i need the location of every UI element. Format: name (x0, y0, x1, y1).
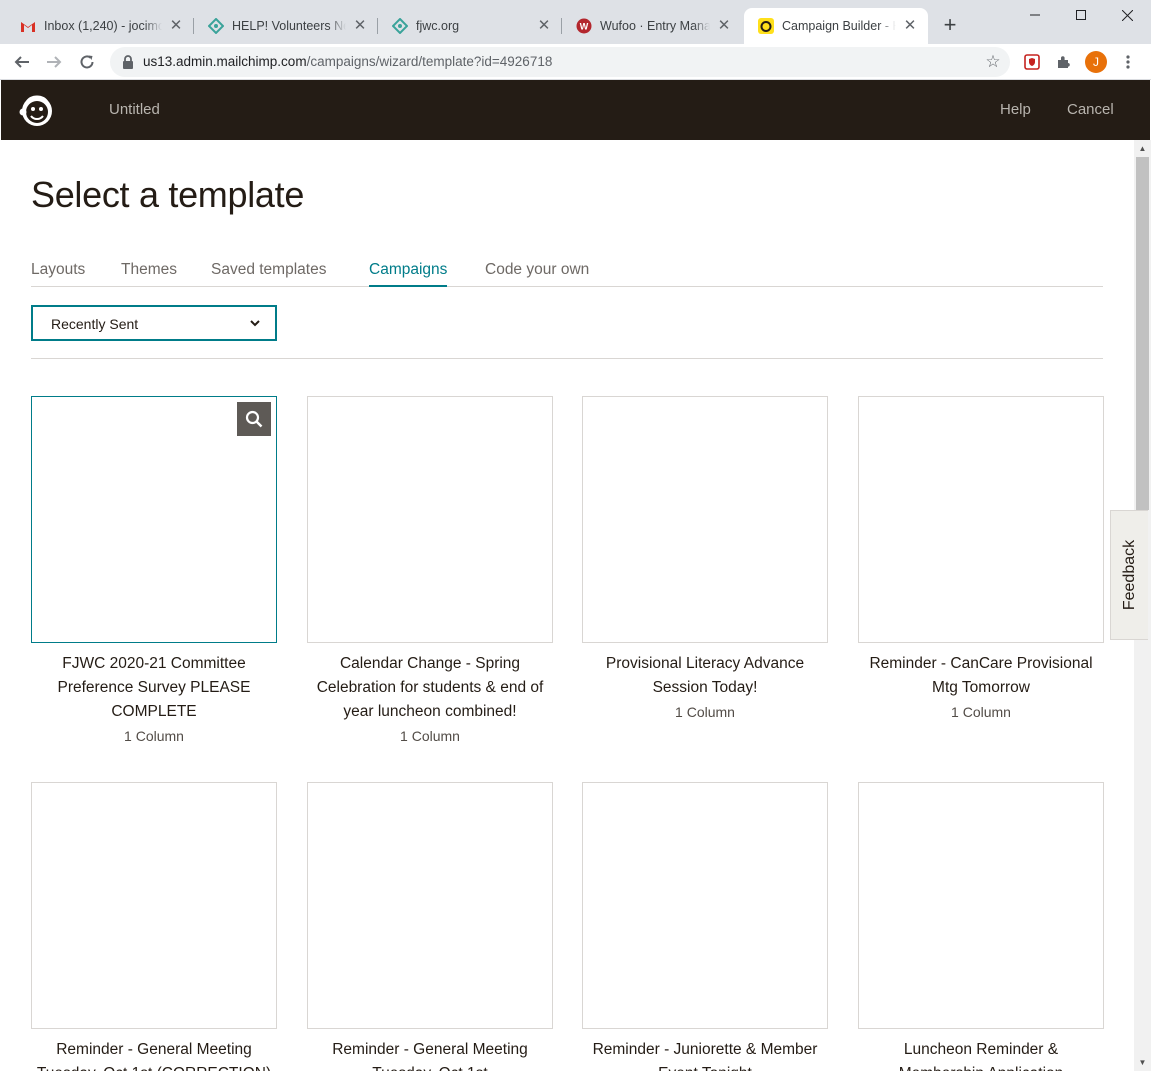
close-window-button[interactable] (1104, 0, 1150, 30)
tab-saved-templates[interactable]: Saved templates (211, 261, 326, 287)
minimize-icon (1030, 14, 1040, 16)
divider (31, 358, 1103, 359)
campaign-name: Reminder - General Meeting Tuesday, Oct … (37, 1041, 271, 1071)
wufoo-icon: W (576, 18, 592, 34)
avatar: J (1085, 51, 1107, 73)
campaign-card[interactable]: Reminder - General Meeting Tuesday, Oct … (307, 782, 553, 1071)
reload-button[interactable] (73, 48, 101, 76)
cancel-link[interactable]: Cancel (1067, 101, 1114, 118)
feedback-button[interactable]: Feedback (1110, 510, 1148, 640)
campaign-thumbnail[interactable] (307, 782, 553, 1029)
template-tabs: Layouts Themes Saved templates Campaigns… (31, 256, 1103, 287)
profile-avatar-button[interactable]: J (1084, 50, 1108, 74)
tab-close-icon[interactable]: ✕ (168, 18, 184, 34)
campaign-card[interactable]: FJWC 2020-21 Committee Preference Survey… (31, 396, 277, 748)
tab-close-icon[interactable]: ✕ (716, 18, 732, 34)
gmail-icon (20, 18, 36, 34)
campaign-layout: 1 Column (124, 728, 184, 744)
tab-close-icon[interactable]: ✕ (536, 18, 552, 34)
scroll-up-arrow-icon[interactable]: ▲ (1134, 140, 1151, 157)
tab-close-icon[interactable]: ✕ (902, 18, 918, 34)
browser-tab-wufoo[interactable]: W Wufoo · Entry Manager ✕ (562, 8, 742, 44)
kebab-menu-icon (1126, 55, 1130, 69)
campaign-card[interactable]: Provisional Literacy Advance Session Tod… (582, 396, 828, 724)
app-header: Untitled Help Cancel (1, 80, 1150, 140)
campaign-name: Calendar Change - Spring Celebration for… (316, 655, 544, 720)
campaign-card[interactable]: Reminder - CanCare Provisional Mtg Tomor… (858, 396, 1104, 724)
forward-arrow-icon (47, 56, 62, 68)
mailchimp-icon (758, 18, 774, 34)
campaign-thumbnail[interactable] (858, 782, 1104, 1029)
sort-dropdown-value: Recently Sent (51, 316, 139, 332)
tab-code-your-own[interactable]: Code your own (485, 261, 589, 287)
scrollbar-thumb[interactable] (1136, 157, 1149, 510)
sort-dropdown[interactable]: Recently Sent (31, 305, 277, 341)
help-link[interactable]: Help (1000, 101, 1031, 118)
tab-layouts[interactable]: Layouts (31, 261, 85, 287)
browser-tab-volunteers[interactable]: HELP! Volunteers Needed ✕ (194, 8, 378, 44)
lock-icon (123, 55, 133, 69)
mailchimp-logo-icon[interactable] (17, 90, 57, 130)
extensions-puzzle-icon[interactable] (1052, 50, 1076, 74)
site-diamond-icon (392, 18, 408, 34)
campaign-name: Luncheon Reminder & Membership Applicati… (899, 1041, 1064, 1071)
forward-button[interactable] (40, 48, 68, 76)
campaign-title[interactable]: Untitled (109, 101, 160, 118)
tab-campaigns[interactable]: Campaigns (369, 261, 448, 287)
page-title: Select a template (31, 174, 305, 215)
maximize-icon (1076, 10, 1086, 20)
campaign-card[interactable]: Luncheon Reminder & Membership Applicati… (858, 782, 1104, 1071)
campaign-layout: 1 Column (400, 728, 460, 744)
maximize-button[interactable] (1058, 0, 1104, 30)
feedback-label: Feedback (1120, 539, 1138, 611)
campaign-thumbnail[interactable] (858, 396, 1104, 643)
browser-tab-gmail[interactable]: Inbox (1,240) - jocimoore ✕ (6, 8, 194, 44)
svg-text:W: W (580, 22, 589, 32)
close-icon (1121, 9, 1133, 21)
campaign-card[interactable]: Calendar Change - Spring Celebration for… (307, 396, 553, 748)
scroll-down-arrow-icon[interactable]: ▼ (1134, 1054, 1151, 1071)
back-button[interactable] (8, 48, 36, 76)
bookmark-star-icon[interactable]: ☆ (982, 51, 1004, 73)
campaign-name: Reminder - CanCare Provisional Mtg Tomor… (869, 655, 1093, 696)
campaign-card[interactable]: Reminder - Juniorette & Member Event Ton… (582, 782, 828, 1071)
browser-tabstrip: Inbox (1,240) - jocimoore ✕ HELP! Volunt… (0, 0, 1151, 44)
address-bar[interactable]: us13.admin.mailchimp.com/campaigns/wizar… (110, 47, 1010, 77)
campaign-card[interactable]: Reminder - General Meeting Tuesday, Oct … (31, 782, 277, 1071)
campaign-name: Provisional Literacy Advance Session Tod… (605, 655, 805, 696)
reload-icon (80, 55, 94, 69)
tab-close-icon[interactable]: ✕ (352, 18, 368, 34)
new-tab-button[interactable]: + (938, 14, 962, 38)
browser-toolbar: us13.admin.mailchimp.com/campaigns/wizar… (0, 44, 1151, 80)
campaign-thumbnail[interactable] (582, 396, 828, 643)
campaign-name: Reminder - Juniorette & Member Event Ton… (592, 1041, 818, 1071)
site-diamond-icon (208, 18, 224, 34)
back-arrow-icon (14, 56, 29, 68)
minimize-button[interactable] (1012, 0, 1058, 30)
campaign-thumbnail[interactable] (31, 782, 277, 1029)
campaign-thumbnail[interactable] (307, 396, 553, 643)
browser-tab-campaign-builder[interactable]: Campaign Builder - HTML ✕ (744, 8, 928, 44)
campaign-layout: 1 Column (675, 704, 735, 720)
url-text: us13.admin.mailchimp.com/campaigns/wizar… (143, 54, 553, 69)
tab-themes[interactable]: Themes (121, 261, 177, 287)
browser-tab-fjwc[interactable]: fjwc.org ✕ (378, 8, 562, 44)
browser-menu-button[interactable] (1116, 50, 1140, 74)
search-icon (245, 410, 263, 428)
campaign-thumbnail[interactable] (582, 782, 828, 1029)
campaign-name: FJWC 2020-21 Committee Preference Survey… (57, 655, 251, 720)
campaign-name: Reminder - General Meeting Tuesday, Oct … (332, 1041, 528, 1071)
extension-shield-icon[interactable] (1020, 50, 1044, 74)
chevron-down-icon (250, 320, 260, 327)
preview-button[interactable] (237, 402, 271, 436)
template-selection-page: Select a template Layouts Themes Saved t… (1, 140, 1134, 1071)
campaign-thumbnail[interactable] (31, 396, 277, 643)
campaign-layout: 1 Column (951, 704, 1011, 720)
